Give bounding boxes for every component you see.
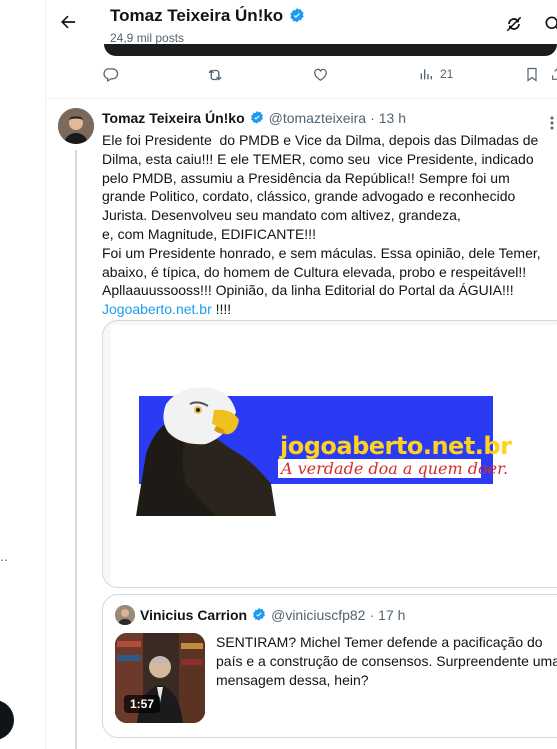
video-duration: 1:57 <box>124 695 161 713</box>
quote-author-name: Vinicius Carrion <box>140 607 248 623</box>
bookmark-button[interactable] <box>524 66 540 83</box>
quote-text: SENTIRAM? Michel Temer defende a pacific… <box>216 634 557 688</box>
share-button[interactable] <box>550 66 557 82</box>
author-handle[interactable]: @tomazteixeira <box>269 110 366 126</box>
verified-badge-icon <box>250 111 263 124</box>
previous-post-actions: 21 <box>102 66 557 88</box>
views-count: 21 <box>440 67 454 81</box>
left-nav-ellipsis[interactable]: .. <box>0 548 8 564</box>
avatar-portrait <box>58 108 94 144</box>
views-button[interactable]: 21 <box>418 66 453 82</box>
quote-avatar <box>115 605 135 625</box>
tweet-link[interactable]: Jogoaberto.net.br <box>102 301 212 317</box>
tweet-header: Tomaz Teixeira Ún!ko @tomazteixeira · 13… <box>102 110 406 126</box>
more-options-icon[interactable] <box>546 116 557 130</box>
post-count: 24,9 mil posts <box>110 31 185 45</box>
tweet-text-end: !!!! <box>211 301 232 318</box>
previous-post-media[interactable] <box>104 44 557 56</box>
tweet-text-main: Ele foi Presidente do PMDB e Vice da Dil… <box>102 132 541 299</box>
banner-tagline: A verdade doa a quem doer. <box>281 459 509 478</box>
avatar[interactable] <box>58 108 94 144</box>
share-icon <box>552 68 557 80</box>
thread-line <box>75 150 77 749</box>
back-button[interactable] <box>56 10 80 34</box>
sync-off-icon[interactable] <box>504 14 524 34</box>
quoted-post-card[interactable]: Vinicius Carrion @viniciuscfp82 · 17 h S… <box>102 594 557 738</box>
post-divider <box>46 98 557 99</box>
quote-header: Vinicius Carrion @viniciuscfp82 · 17 h <box>140 607 405 623</box>
quote-author-handle: @viniciuscfp82 <box>271 607 366 623</box>
tweet-text: Ele foi Presidente do PMDB e Vice da Dil… <box>102 131 557 319</box>
quote-avatar-portrait <box>115 605 135 625</box>
repost-button[interactable] <box>206 66 224 84</box>
reply-icon <box>103 68 119 83</box>
author-name[interactable]: Tomaz Teixeira Ún!ko <box>102 110 245 126</box>
left-nav-strip <box>0 0 46 749</box>
banner-title: jogoaberto.net.br <box>280 432 512 460</box>
reply-button[interactable] <box>102 66 119 83</box>
quote-separator-dot: · <box>369 607 375 623</box>
search-icon[interactable] <box>543 14 557 34</box>
header-title: Tomaz Teixeira Ún!ko <box>110 6 284 25</box>
arrow-left-icon <box>61 15 76 29</box>
bar-chart-icon <box>420 69 432 80</box>
like-button[interactable] <box>312 66 329 83</box>
bookmark-icon <box>527 67 537 82</box>
heart-icon <box>314 68 327 81</box>
repost-icon <box>208 69 222 81</box>
verified-badge-icon <box>290 8 304 23</box>
verified-badge-icon <box>253 608 265 621</box>
post-time[interactable]: 13 h <box>379 110 406 126</box>
eagle-logo <box>136 387 276 516</box>
separator-dot: · <box>370 110 375 126</box>
quote-time: 17 h <box>378 607 406 623</box>
